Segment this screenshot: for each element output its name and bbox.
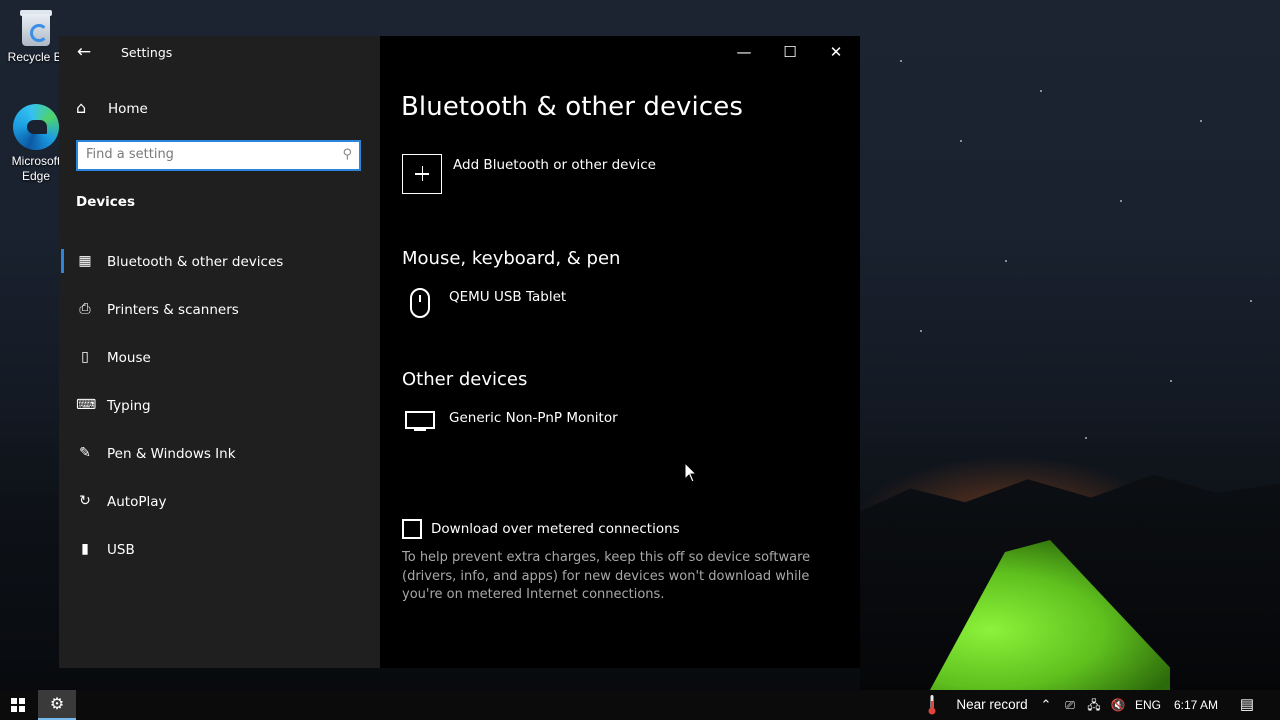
group-title-other-devices: Other devices bbox=[402, 369, 528, 390]
keyboard-icon: ⌨ bbox=[76, 397, 97, 413]
app-title: Settings bbox=[121, 45, 173, 60]
home-icon: ⌂ bbox=[76, 98, 87, 117]
settings-window: ← Settings ⌂ Home ⚲ Devices ▦ Bluetooth … bbox=[59, 36, 860, 668]
chevron-up-icon[interactable]: ⌃ bbox=[1037, 690, 1055, 720]
sidebar-item-label: Mouse bbox=[107, 350, 151, 366]
sidebar-item-label: USB bbox=[107, 542, 135, 558]
star bbox=[1040, 90, 1042, 92]
gear-icon: ⚙ bbox=[49, 696, 65, 713]
section-title: Devices bbox=[76, 194, 135, 210]
star bbox=[900, 60, 902, 62]
device-item-qemu-tablet[interactable]: QEMU USB Tablet bbox=[402, 286, 822, 326]
sidebar-item-label: Pen & Windows Ink bbox=[107, 446, 236, 462]
recycle-bin-icon bbox=[18, 8, 54, 48]
thermometer-icon bbox=[928, 695, 936, 715]
clock[interactable]: 6:17 AM bbox=[1168, 690, 1224, 720]
selection-indicator bbox=[61, 249, 64, 273]
edge-icon bbox=[13, 104, 59, 150]
maximize-button[interactable]: ☐ bbox=[767, 36, 813, 68]
metered-connections-checkbox[interactable] bbox=[402, 519, 422, 539]
bluetooth-devices-icon: ▦ bbox=[78, 253, 92, 269]
sidebar-item-pen[interactable]: ✎ Pen & Windows Ink bbox=[59, 433, 380, 473]
monitor-icon bbox=[402, 407, 438, 443]
settings-sidebar: ← Settings ⌂ Home ⚲ Devices ▦ Bluetooth … bbox=[59, 36, 380, 668]
pen-icon: ✎ bbox=[79, 445, 91, 461]
home-nav[interactable]: ⌂ Home bbox=[59, 96, 380, 122]
device-item-generic-monitor[interactable]: Generic Non-PnP Monitor bbox=[402, 407, 822, 447]
star bbox=[1200, 120, 1202, 122]
network-icon[interactable]: 🖧 bbox=[1084, 690, 1104, 720]
sidebar-item-label: Printers & scanners bbox=[107, 302, 239, 318]
notification-center-icon[interactable]: ▤ bbox=[1234, 690, 1260, 720]
mouse-icon: ▯ bbox=[81, 349, 89, 365]
star bbox=[1170, 380, 1172, 382]
autoplay-icon: ↻ bbox=[79, 493, 91, 509]
metered-help-text: To help prevent extra charges, keep this… bbox=[402, 550, 811, 602]
page-title: Bluetooth & other devices bbox=[401, 92, 743, 122]
search-icon[interactable]: ⚲ bbox=[342, 147, 352, 162]
meet-now-icon[interactable]: ⎚ bbox=[1061, 690, 1079, 720]
usb-icon: ▮ bbox=[81, 541, 89, 557]
star bbox=[1085, 437, 1087, 439]
home-label: Home bbox=[108, 101, 148, 117]
add-icon bbox=[402, 154, 442, 194]
sidebar-item-label: AutoPlay bbox=[107, 494, 167, 510]
sidebar-item-label: Typing bbox=[107, 398, 151, 414]
settings-content: — ☐ ✕ Bluetooth & other devices Add Blue… bbox=[380, 36, 860, 668]
sidebar-item-usb[interactable]: ▮ USB bbox=[59, 529, 380, 569]
sidebar-item-printers[interactable]: ⎙ Printers & scanners bbox=[59, 289, 380, 329]
group-title-mouse-keyboard-pen: Mouse, keyboard, & pen bbox=[402, 248, 621, 269]
close-button[interactable]: ✕ bbox=[813, 36, 859, 68]
star bbox=[1250, 300, 1252, 302]
taskbar-settings-button[interactable]: ⚙ bbox=[38, 690, 76, 720]
star bbox=[1120, 200, 1122, 202]
sidebar-item-typing[interactable]: ⌨ Typing bbox=[59, 385, 380, 425]
star bbox=[960, 140, 962, 142]
search-input[interactable] bbox=[86, 147, 326, 162]
add-device-label: Add Bluetooth or other device bbox=[453, 157, 656, 173]
minimize-button[interactable]: — bbox=[721, 36, 767, 68]
start-button[interactable] bbox=[0, 690, 36, 720]
mouse-device-icon bbox=[402, 286, 438, 322]
windows-logo-icon bbox=[11, 698, 25, 712]
volume-muted-icon[interactable]: 🔇 bbox=[1108, 690, 1128, 720]
weather-widget[interactable]: Near record bbox=[952, 690, 1032, 720]
sidebar-item-bluetooth[interactable]: ▦ Bluetooth & other devices bbox=[59, 241, 380, 281]
mouse-cursor-icon bbox=[684, 462, 698, 483]
search-box[interactable]: ⚲ bbox=[76, 140, 361, 171]
device-name: Generic Non-PnP Monitor bbox=[449, 410, 618, 426]
star bbox=[1005, 260, 1007, 262]
device-name: QEMU USB Tablet bbox=[449, 289, 567, 305]
metered-connections-label[interactable]: Download over metered connections bbox=[431, 521, 680, 537]
back-button[interactable]: ← bbox=[73, 42, 95, 62]
sidebar-item-label: Bluetooth & other devices bbox=[107, 254, 284, 270]
sidebar-item-autoplay[interactable]: ↻ AutoPlay bbox=[59, 481, 380, 521]
printer-icon: ⎙ bbox=[79, 301, 91, 317]
star bbox=[920, 330, 922, 332]
language-indicator[interactable]: ENG bbox=[1133, 690, 1163, 720]
taskbar: ⚙ Near record ⌃ ⎚ 🖧 🔇 ENG 6:17 AM ▤ bbox=[0, 690, 1280, 720]
sidebar-item-mouse[interactable]: ▯ Mouse bbox=[59, 337, 380, 377]
